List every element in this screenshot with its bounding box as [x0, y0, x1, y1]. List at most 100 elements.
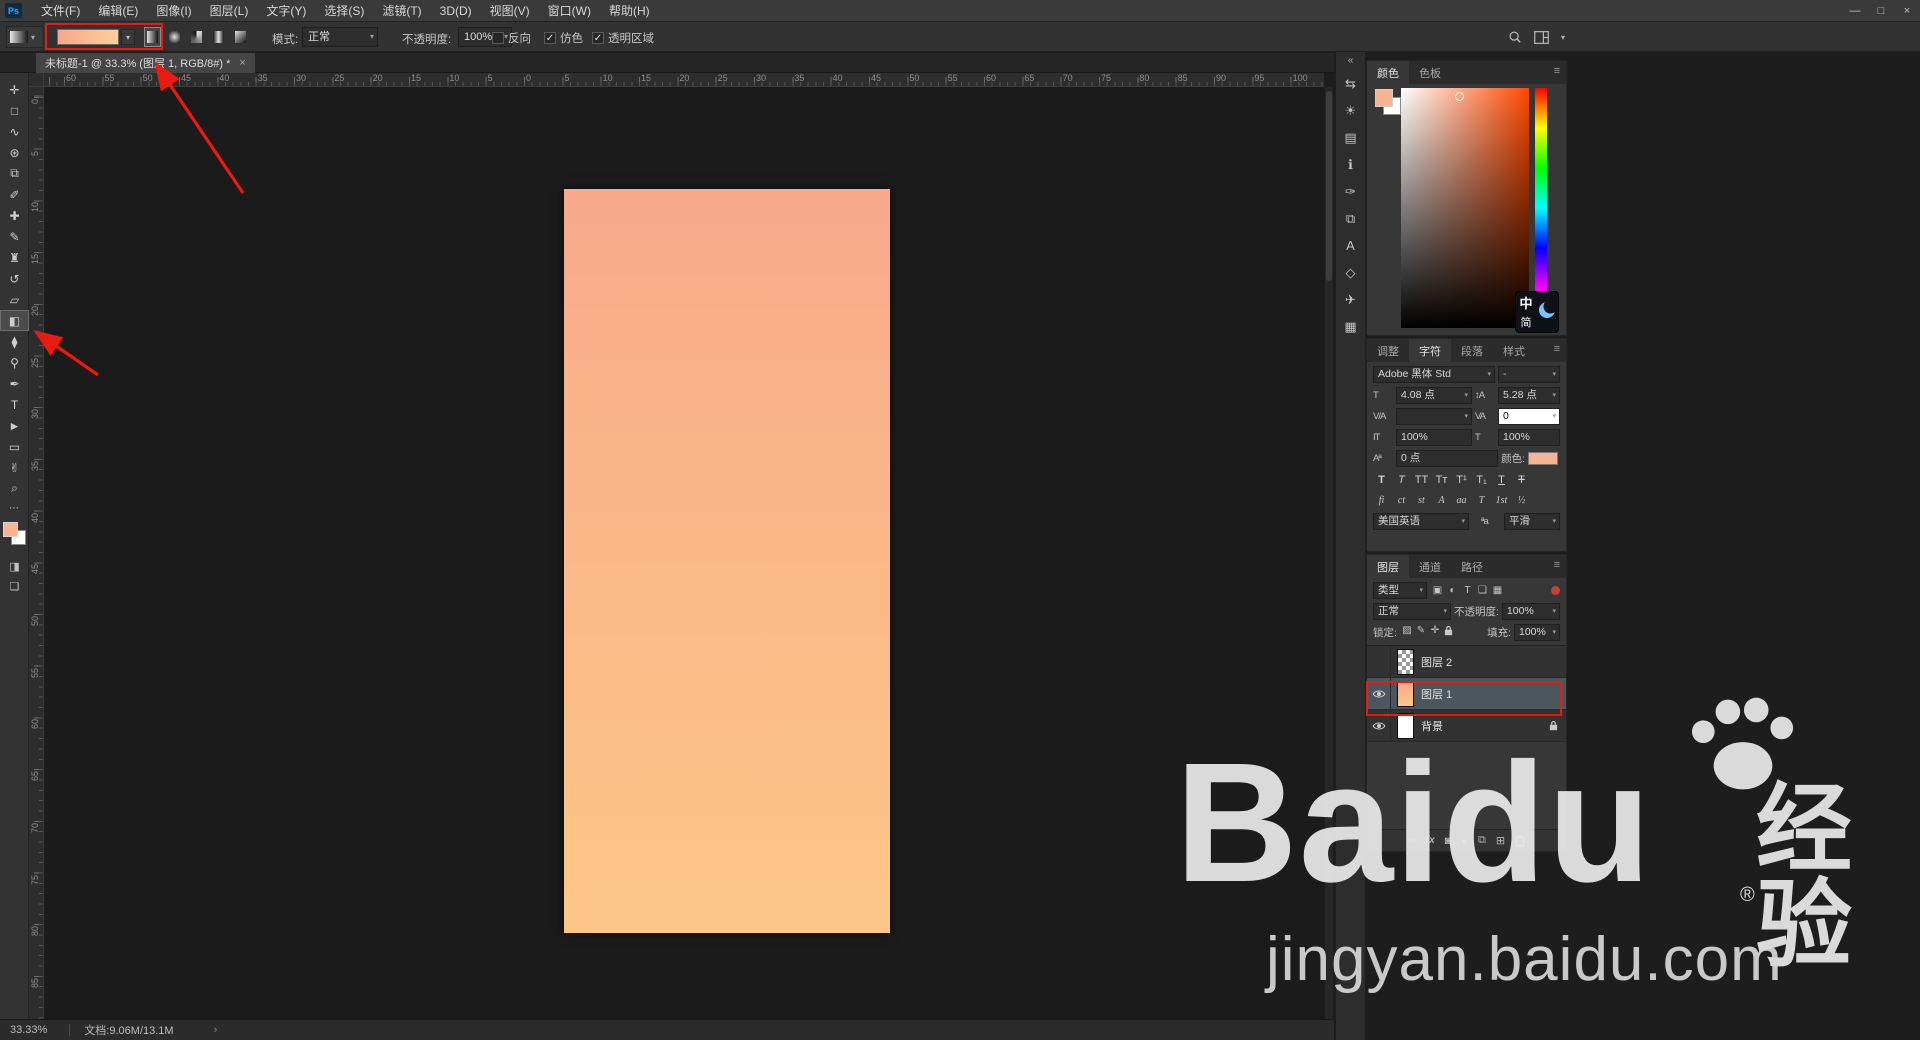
tracking-select[interactable]: 0: [1498, 408, 1560, 425]
tab-paths[interactable]: 路径: [1451, 555, 1493, 578]
gradient-picker-chevron[interactable]: ▾: [121, 29, 135, 45]
new-layer-icon[interactable]: ⊞: [1496, 834, 1505, 847]
opentype-button[interactable]: ½: [1513, 495, 1530, 506]
menu-item[interactable]: 选择(S): [315, 0, 373, 22]
eraser-tool[interactable]: ▱: [0, 289, 29, 310]
gradient-preview-swatch[interactable]: [57, 29, 119, 45]
foreground-color-swatch[interactable]: [1375, 89, 1393, 107]
spot-healing-brush-tool[interactable]: ✚: [0, 205, 29, 226]
opentype-button[interactable]: T: [1473, 495, 1490, 506]
foreground-color-swatch[interactable]: [3, 522, 18, 537]
radial-gradient-button[interactable]: [166, 27, 183, 47]
dither-checkbox[interactable]: 仿色: [544, 30, 583, 46]
brush-settings-panel-icon[interactable]: ✑: [1336, 178, 1365, 205]
minimize-button[interactable]: —: [1842, 0, 1868, 22]
text-style-button[interactable]: T: [1393, 474, 1410, 486]
antialias-select[interactable]: 平滑: [1504, 513, 1560, 530]
layer-row[interactable]: 图层 2: [1367, 646, 1566, 678]
menu-item[interactable]: 图像(I): [147, 0, 200, 22]
scrollbar-thumb[interactable]: [1326, 91, 1332, 281]
tab-channels[interactable]: 通道: [1409, 555, 1451, 578]
opentype-button[interactable]: 1st: [1493, 495, 1510, 506]
tab-character[interactable]: 字符: [1409, 339, 1451, 362]
history-panel-icon[interactable]: ⇆: [1336, 70, 1365, 97]
diamond-gradient-button[interactable]: [232, 27, 249, 47]
menu-item[interactable]: 文字(Y): [257, 0, 315, 22]
pen-tool[interactable]: ✒: [0, 373, 29, 394]
reverse-checkbox[interactable]: 反向: [492, 30, 531, 46]
menu-item[interactable]: 滤镜(T): [373, 0, 430, 22]
visibility-toggle[interactable]: [1367, 646, 1391, 677]
path-selection-tool[interactable]: ►: [0, 415, 29, 436]
layer-row[interactable]: 图层 1: [1367, 678, 1566, 710]
zoom-level-field[interactable]: 33.33%: [10, 1024, 47, 1036]
checkbox-box[interactable]: [492, 32, 504, 44]
opentype-button[interactable]: ct: [1393, 495, 1410, 506]
libraries-panel-icon[interactable]: ▦: [1336, 313, 1365, 340]
clone-source-panel-icon[interactable]: ⧉: [1336, 205, 1365, 232]
zoom-tool[interactable]: ⌕: [0, 478, 29, 499]
panel-menu-icon[interactable]: ≡: [1548, 555, 1566, 578]
histogram-panel-icon[interactable]: ▤: [1336, 124, 1365, 151]
dodge-tool[interactable]: ⚲: [0, 352, 29, 373]
text-style-button[interactable]: T¹: [1453, 474, 1470, 486]
text-style-button[interactable]: T: [1493, 474, 1510, 486]
adjustments-panel-icon[interactable]: ☀: [1336, 97, 1365, 124]
quick-selection-tool[interactable]: ⊛: [0, 142, 29, 163]
menu-item[interactable]: 图层(L): [201, 0, 258, 22]
menu-item[interactable]: 文件(F): [32, 0, 89, 22]
close-button[interactable]: ×: [1894, 0, 1920, 22]
move-tool[interactable]: ✛: [0, 79, 29, 100]
adjustment-layer-icon[interactable]: ◐: [1461, 835, 1468, 847]
ime-language-badge[interactable]: 中 简: [1516, 292, 1558, 332]
rectangle-tool[interactable]: ▭: [0, 436, 29, 457]
tab-paragraph[interactable]: 段落: [1451, 339, 1493, 362]
lock-all-icon[interactable]: [1442, 625, 1456, 639]
hand-tool[interactable]: ✌: [0, 457, 29, 478]
menu-item[interactable]: 视图(V): [481, 0, 539, 22]
delete-layer-icon[interactable]: [1515, 835, 1525, 847]
clone-stamp-tool[interactable]: ♜: [0, 247, 29, 268]
tab-swatches[interactable]: 色板: [1409, 61, 1451, 84]
panel-menu-icon[interactable]: ≡: [1548, 339, 1566, 362]
workspace-switcher-icon[interactable]: [1532, 29, 1550, 45]
kerning-select[interactable]: [1396, 408, 1472, 425]
lasso-tool[interactable]: ∿: [0, 121, 29, 142]
layer-filter-icon[interactable]: ▦: [1490, 585, 1505, 596]
menu-item[interactable]: 3D(D): [431, 0, 481, 22]
text-style-button[interactable]: T: [1373, 474, 1390, 486]
layer-row[interactable]: 背景: [1367, 710, 1566, 742]
color-picker-marker[interactable]: [1455, 92, 1464, 101]
tab-layers[interactable]: 图层: [1367, 555, 1409, 578]
opentype-button[interactable]: st: [1413, 495, 1430, 506]
edit-toolbar-icon[interactable]: ⋯: [0, 503, 28, 514]
layer-filter-toggle[interactable]: [1551, 586, 1560, 595]
text-style-button[interactable]: Tᴛ: [1433, 474, 1450, 486]
layer-filter-icon[interactable]: ▣: [1430, 585, 1445, 596]
screen-mode-button[interactable]: ❏: [0, 576, 29, 596]
horizontal-type-tool[interactable]: T: [0, 394, 29, 415]
reflected-gradient-button[interactable]: [210, 27, 227, 47]
document-tab[interactable]: 未标题-1 @ 33.3% (图层 1, RGB/8#) * ×: [36, 53, 255, 73]
horizontal-scale-field[interactable]: 100%: [1498, 429, 1560, 446]
eyedropper-tool[interactable]: ✐: [0, 184, 29, 205]
layer-group-icon[interactable]: ⧉: [1478, 834, 1486, 847]
leading-select[interactable]: 5.28 点: [1498, 387, 1560, 404]
blend-mode-select[interactable]: 正常: [302, 27, 378, 47]
saturation-brightness-field[interactable]: [1401, 88, 1529, 328]
tool-preset-picker[interactable]: ▾: [6, 26, 44, 48]
panel-menu-icon[interactable]: ≡: [1548, 61, 1566, 84]
language-select[interactable]: 美国英语: [1373, 513, 1469, 530]
tab-styles[interactable]: 样式: [1493, 339, 1535, 362]
lock-icon[interactable]: ✎: [1414, 625, 1428, 639]
font-family-select[interactable]: Adobe 黑体 Std: [1373, 366, 1495, 383]
checkbox-box[interactable]: [592, 32, 604, 44]
text-style-button[interactable]: TT: [1413, 474, 1430, 486]
layer-mask-icon[interactable]: ◙: [1445, 835, 1452, 847]
font-style-select[interactable]: -: [1498, 366, 1560, 383]
gradient-tool[interactable]: ◧: [0, 310, 29, 331]
document-canvas[interactable]: [564, 189, 890, 933]
opentype-button[interactable]: aa: [1453, 495, 1470, 506]
visibility-toggle[interactable]: [1367, 678, 1391, 709]
character-styles-panel-icon[interactable]: A: [1336, 232, 1365, 259]
